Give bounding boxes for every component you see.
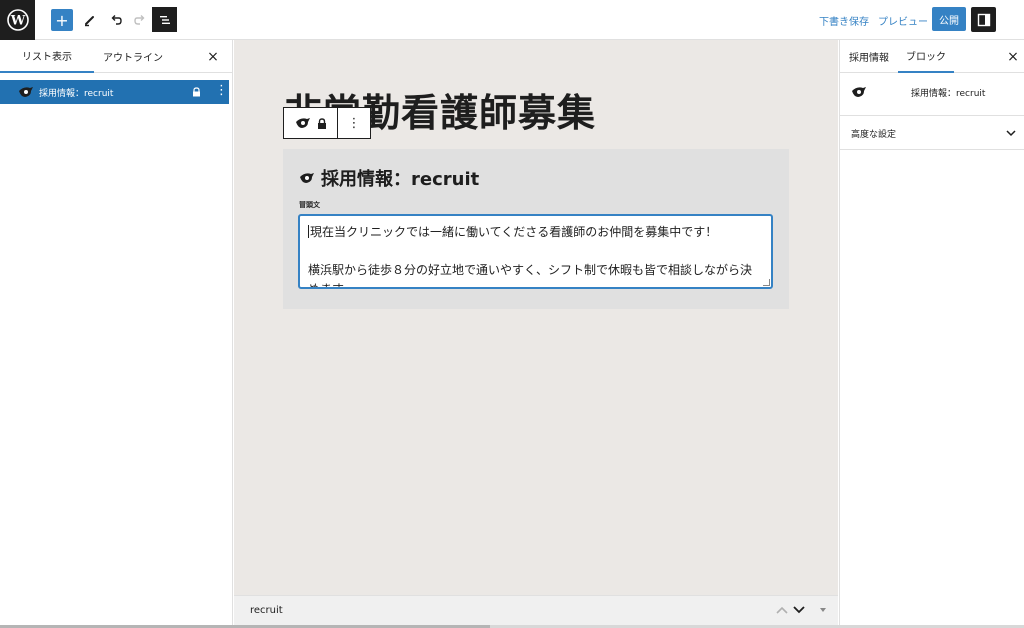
scroll-down-button[interactable] (792, 603, 806, 617)
tab-label: リスト表示 (22, 52, 72, 63)
scroll-up-button[interactable] (775, 603, 789, 617)
block-bird-icon (19, 87, 33, 97)
advanced-settings-toggle[interactable]: 高度な設定 (840, 116, 1024, 150)
caret-down-icon (820, 608, 826, 612)
tab-label: アウトライン (103, 53, 163, 64)
editor-header: W + 下書き保存 プレビュー 公開 (0, 0, 1024, 40)
block-card-title: 採用情報：recruit (911, 89, 986, 99)
intro-text-line2: 横浜駅から徒歩８分の好立地で通いやすく、シフト制で休暇も皆で相談しながら決 (308, 263, 753, 277)
chevron-up-icon (776, 606, 788, 614)
text-caret (308, 225, 309, 238)
tab-post-settings[interactable]: 採用情報 (840, 40, 898, 73)
tab-list-view[interactable]: リスト表示 (0, 40, 94, 73)
lock-icon (193, 87, 200, 97)
block-bird-icon (852, 87, 866, 97)
recruit-block[interactable]: 採用情報：recruit 冒頭文 現在当クリニックでは一緒に働いてくださる看護師… (283, 149, 789, 309)
list-view-tabs: リスト表示 アウトライン × (0, 40, 232, 73)
save-draft-button[interactable]: 下書き保存 (819, 13, 869, 28)
tab-block-settings[interactable]: ブロック (898, 40, 954, 73)
document-overview-button[interactable] (152, 7, 177, 32)
block-toolbar: ⋮ (283, 107, 371, 139)
close-icon: × (207, 49, 219, 65)
list-item-label: 採用情報：recruit (39, 88, 114, 99)
settings-sidebar: 採用情報 ブロック × 採用情報：recruit 高度な設定 (839, 40, 1024, 628)
preview-button[interactable]: プレビュー (878, 13, 928, 28)
breadcrumb[interactable]: recruit (250, 605, 283, 616)
block-breadcrumb-bar: recruit (234, 595, 838, 625)
close-settings-button[interactable]: × (1005, 49, 1021, 65)
intro-textarea[interactable]: 現在当クリニックでは一緒に働いてくださる看護師のお仲間を募集中です！ 横浜駅から… (298, 214, 773, 289)
settings-panel-icon (977, 13, 990, 26)
redo-icon (134, 15, 145, 25)
more-vertical-icon: ⋮ (347, 115, 361, 131)
close-list-view-button[interactable]: × (205, 49, 221, 65)
wordpress-icon[interactable]: W (0, 0, 35, 40)
collapse-button[interactable] (816, 603, 830, 617)
add-block-button[interactable]: + (51, 9, 73, 31)
plus-icon: + (55, 10, 69, 30)
chevron-down-icon (793, 606, 805, 614)
close-icon: × (1007, 49, 1019, 65)
svg-text:W: W (9, 14, 25, 29)
tools-button[interactable] (79, 8, 101, 32)
tab-label: 採用情報 (849, 53, 889, 64)
list-item-recruit[interactable]: 採用情報：recruit ⋮ (0, 80, 229, 104)
settings-tabs: 採用情報 ブロック × (840, 40, 1024, 73)
block-card: 採用情報：recruit (840, 73, 1024, 116)
chevron-down-icon (1006, 130, 1016, 137)
tab-outline[interactable]: アウトライン (94, 40, 172, 73)
undo-icon (111, 15, 122, 25)
undo-button[interactable] (105, 8, 127, 32)
block-bird-icon (295, 118, 310, 128)
document-overview-icon (159, 15, 170, 24)
editor-canvas: 非常勤看護師募集 ⋮ 採用情報：recruit 冒頭文 現在当クリニックでは一緒… (234, 40, 838, 595)
intro-text-line1: 現在当クリニックでは一緒に働いてくださる看護師のお仲間を募集中です！ (310, 225, 718, 239)
settings-button[interactable] (971, 7, 996, 32)
block-heading: 採用情報：recruit (299, 165, 479, 191)
tab-label: ブロック (906, 52, 946, 63)
intro-field-label: 冒頭文 (299, 201, 320, 209)
intro-text-line3: めます。 (308, 282, 355, 289)
resize-handle[interactable] (763, 279, 770, 286)
publish-button[interactable]: 公開 (932, 7, 966, 31)
intro-text-line: 現在当クリニックでは一緒に働いてくださる看護師のお仲間を募集中です！ (308, 223, 763, 242)
block-bird-icon (300, 173, 314, 183)
advanced-settings-label: 高度な設定 (851, 130, 897, 140)
pencil-icon (85, 16, 94, 27)
lock-icon (317, 117, 326, 129)
block-heading-text: 採用情報：recruit (321, 169, 480, 190)
block-type-button[interactable] (284, 108, 338, 138)
block-options-button[interactable]: ⋮ (338, 108, 370, 138)
options-icon[interactable]: ⋮ (215, 84, 228, 98)
list-view-panel: リスト表示 アウトライン × 採用情報：recruit ⋮ (0, 40, 233, 628)
redo-button[interactable] (129, 8, 151, 32)
